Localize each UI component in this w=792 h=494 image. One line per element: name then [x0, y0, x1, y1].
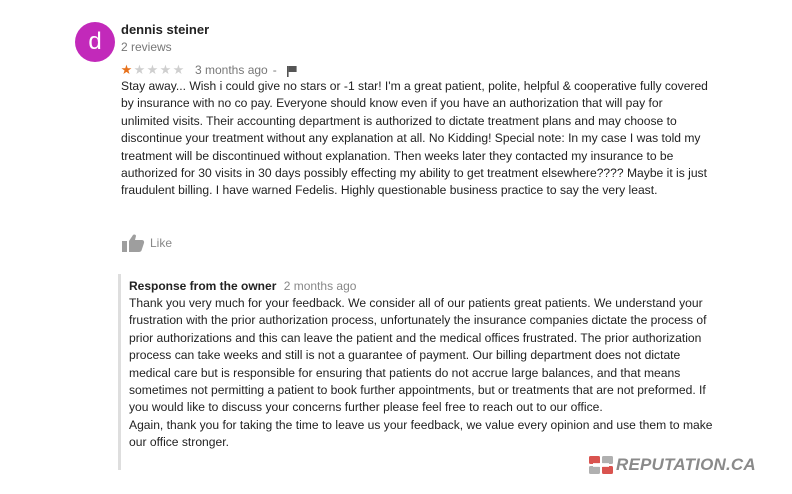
review-text: Stay away... Wish i could give no stars …	[121, 79, 708, 198]
star-filled-icon: ★	[120, 62, 133, 77]
owner-response-text: Thank you very much for your feedback. W…	[129, 295, 719, 452]
star-empty-icon: ★	[172, 62, 185, 77]
reviewer-review-count[interactable]: 2 reviews	[121, 40, 172, 54]
star-empty-icon: ★	[159, 62, 172, 77]
owner-response-header: Response from the owner 2 months ago	[129, 279, 356, 293]
reputation-watermark: REPUTATION.CA	[589, 455, 756, 475]
owner-response-paragraph: Again, thank you for taking the time to …	[129, 417, 713, 450]
like-label[interactable]: Like	[150, 236, 172, 250]
flag-icon[interactable]	[286, 64, 298, 77]
reputation-logo-icon	[589, 456, 613, 474]
like-button[interactable]: Like	[121, 233, 172, 253]
review-date[interactable]: 3 months ago	[195, 63, 268, 77]
separator: -	[272, 63, 277, 77]
owner-response-paragraph: Thank you very much for your feedback. W…	[129, 296, 707, 415]
star-rating: ★ ★ ★ ★ ★	[120, 63, 185, 77]
owner-response-date: 2 months ago	[283, 279, 357, 293]
rating-row: ★ ★ ★ ★ ★ 3 months ago -	[120, 62, 298, 78]
owner-response: Response from the owner 2 months ago Tha…	[118, 274, 721, 470]
reviewer-name[interactable]: dennis steiner	[121, 22, 209, 37]
thumbs-up-icon[interactable]	[121, 233, 145, 253]
star-empty-icon: ★	[146, 62, 159, 77]
avatar[interactable]: d	[75, 22, 115, 62]
owner-response-title: Response from the owner	[129, 279, 277, 293]
watermark-text: REPUTATION.CA	[616, 455, 756, 474]
star-empty-icon: ★	[133, 62, 146, 77]
